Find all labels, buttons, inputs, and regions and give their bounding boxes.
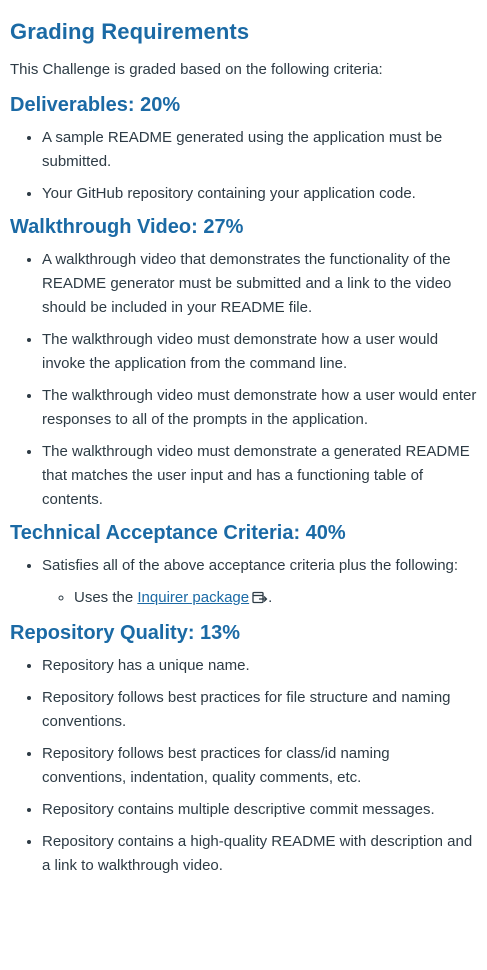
intro-text: This Challenge is graded based on the fo… bbox=[10, 61, 383, 78]
list-item: The walkthrough video must demonstrate h… bbox=[42, 384, 477, 432]
section-technical-acceptance: Technical Acceptance Criteria: 40% Satis… bbox=[10, 520, 477, 612]
criteria-list: A walkthrough video that demonstrates th… bbox=[10, 248, 477, 512]
section-heading: Deliverables: 20% bbox=[10, 94, 181, 116]
section-heading: Technical Acceptance Criteria: 40% bbox=[10, 522, 346, 544]
inquirer-package-link[interactable]: Inquirer package bbox=[137, 589, 268, 606]
page-title: Grading Requirements bbox=[10, 19, 250, 44]
link-text: Inquirer package bbox=[137, 589, 250, 606]
section-heading: Walkthrough Video: 27% bbox=[10, 216, 244, 238]
list-item: Satisfies all of the above acceptance cr… bbox=[42, 554, 477, 612]
section-walkthrough-video: Walkthrough Video: 27% A walkthrough vid… bbox=[10, 214, 477, 512]
criteria-list: Repository has a unique name. Repository… bbox=[10, 654, 477, 878]
external-link-icon bbox=[252, 588, 268, 612]
list-item-text: Satisfies all of the above acceptance cr… bbox=[42, 557, 459, 574]
sub-criteria-list: Uses the Inquirer package. bbox=[42, 586, 477, 612]
section-deliverables: Deliverables: 20% A sample README genera… bbox=[10, 92, 477, 206]
criteria-list: A sample README generated using the appl… bbox=[10, 126, 477, 206]
grading-requirements-page: Grading Requirements This Challenge is g… bbox=[0, 0, 487, 878]
sub-item-prefix: Uses the bbox=[74, 589, 138, 606]
list-item: The walkthrough video must demonstrate h… bbox=[42, 328, 477, 376]
list-item: A walkthrough video that demonstrates th… bbox=[42, 248, 477, 320]
list-item: Repository has a unique name. bbox=[42, 654, 477, 678]
list-item: A sample README generated using the appl… bbox=[42, 126, 477, 174]
list-item: Repository follows best practices for cl… bbox=[42, 742, 477, 790]
list-item: Repository contains a high-quality READM… bbox=[42, 830, 477, 878]
external-link-icon-svg bbox=[252, 591, 268, 604]
list-item: Repository follows best practices for fi… bbox=[42, 686, 477, 734]
list-item: The walkthrough video must demonstrate a… bbox=[42, 440, 477, 512]
list-item: Repository contains multiple descriptive… bbox=[42, 798, 477, 822]
list-item: Your GitHub repository containing your a… bbox=[42, 182, 477, 206]
section-repository-quality: Repository Quality: 13% Repository has a… bbox=[10, 620, 477, 878]
sub-item-suffix: . bbox=[268, 589, 273, 606]
criteria-list: Satisfies all of the above acceptance cr… bbox=[10, 554, 477, 612]
sub-list-item: Uses the Inquirer package. bbox=[74, 586, 477, 612]
section-heading: Repository Quality: 13% bbox=[10, 622, 241, 644]
